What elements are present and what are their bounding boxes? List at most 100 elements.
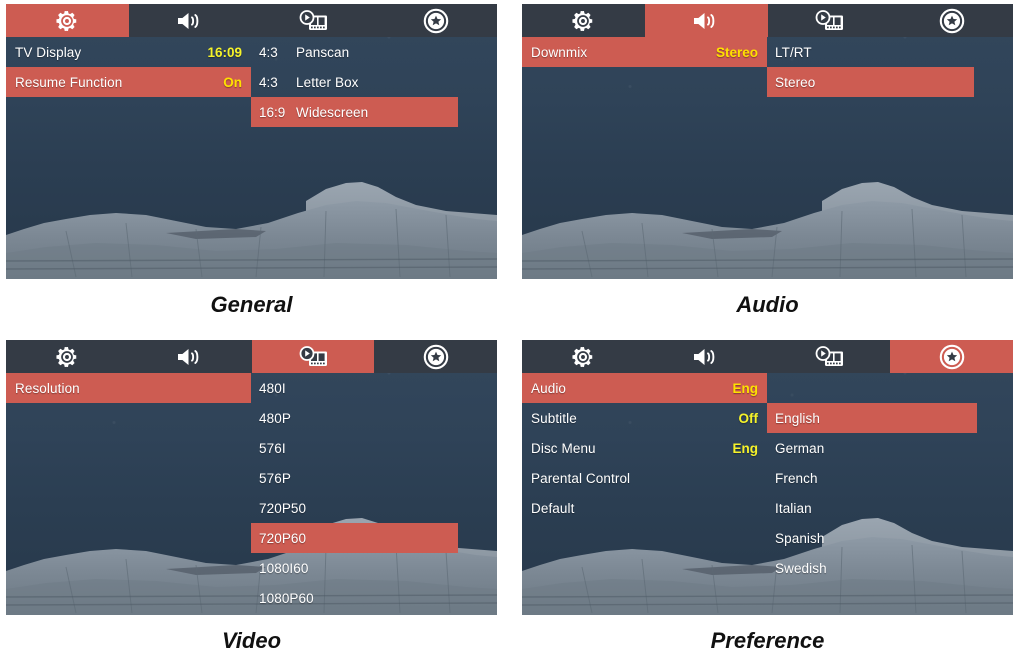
submenu-column: 4:3 Panscan 4:3 Letter Box 16:9 Widescreen xyxy=(251,37,497,127)
panel-caption: Preference xyxy=(710,628,825,653)
submenu-item-label: 1080P60 xyxy=(259,590,314,606)
gear-icon xyxy=(570,344,596,370)
submenu-item[interactable]: LT/RT xyxy=(767,37,1013,67)
tab-preference[interactable] xyxy=(890,340,1013,373)
tab-video[interactable] xyxy=(767,340,891,373)
video-film-icon xyxy=(813,8,845,34)
tab-general[interactable] xyxy=(6,4,129,37)
tab-video[interactable] xyxy=(767,4,891,37)
submenu-item-prefix: 4:3 xyxy=(259,44,278,60)
osd-screen-audio: Downmix Stereo LT/RT Stereo xyxy=(522,4,1013,279)
submenu-item[interactable]: 4:3 Panscan xyxy=(251,37,497,67)
submenu-item[interactable]: 480P xyxy=(251,403,497,433)
osd-screen-preference: Audio Eng Subtitle Off Disc Menu Eng Parental … xyxy=(522,340,1013,615)
menu-item-label: Resolution xyxy=(15,380,80,396)
speaker-icon xyxy=(175,9,205,33)
menu-column: Resolution xyxy=(6,373,251,403)
speaker-icon xyxy=(691,345,721,369)
submenu-item[interactable]: 16:9 Widescreen xyxy=(251,97,458,127)
tab-video[interactable] xyxy=(251,4,375,37)
menu-item[interactable]: Default xyxy=(522,493,767,523)
tab-general[interactable] xyxy=(6,340,129,373)
menu-item[interactable]: Parental Control xyxy=(522,463,767,493)
submenu-item[interactable]: Spanish xyxy=(767,523,1013,553)
submenu-item-prefix: 4:3 xyxy=(259,74,278,90)
menu-item-label: Disc Menu xyxy=(531,440,596,456)
submenu-item[interactable]: Stereo xyxy=(767,67,974,97)
submenu-item[interactable]: 720P60 xyxy=(251,523,458,553)
mountain-ridge-graphic xyxy=(522,149,1013,279)
tab-preference[interactable] xyxy=(374,340,497,373)
tab-general[interactable] xyxy=(522,340,645,373)
submenu-item[interactable]: 1080I60 xyxy=(251,553,497,583)
submenu-item[interactable]: 480I xyxy=(251,373,497,403)
submenu-item-label: Panscan xyxy=(296,44,350,60)
tab-bar xyxy=(522,4,1013,37)
submenu-item-label: French xyxy=(775,470,818,486)
submenu-item[interactable]: 720P50 xyxy=(251,493,497,523)
submenu-item-label: Widescreen xyxy=(296,104,369,120)
submenu-item[interactable]: 576P xyxy=(251,463,497,493)
tab-preference[interactable] xyxy=(374,4,497,37)
menu-item-label: TV Display xyxy=(15,44,82,60)
gear-icon xyxy=(54,344,80,370)
submenu-item-label: Letter Box xyxy=(296,74,359,90)
menu-item[interactable]: Disc Menu Eng xyxy=(522,433,767,463)
submenu-item-label: Swedish xyxy=(775,560,827,576)
submenu-item[interactable]: Swedish xyxy=(767,553,1013,583)
submenu-item[interactable]: Italian xyxy=(767,493,1013,523)
tab-audio[interactable] xyxy=(644,4,768,37)
tab-audio[interactable] xyxy=(128,340,252,373)
tab-video[interactable] xyxy=(251,340,375,373)
menu-item-label: Downmix xyxy=(531,44,588,60)
menu-item-value: On xyxy=(223,74,242,90)
submenu-item[interactable]: 576I xyxy=(251,433,497,463)
submenu-item[interactable]: 1080P60 xyxy=(251,583,497,613)
menu-item-label: Resume Function xyxy=(15,74,123,90)
panel-audio: Downmix Stereo LT/RT Stereo Audio xyxy=(522,4,1013,318)
menu-item[interactable]: Resume Function On xyxy=(6,67,251,97)
menu-item-value: Off xyxy=(738,410,759,426)
submenu-item[interactable]: 4:3 Letter Box xyxy=(251,67,497,97)
tab-audio[interactable] xyxy=(128,4,252,37)
submenu-item-label: English xyxy=(775,410,820,426)
gear-icon xyxy=(570,8,596,34)
menu-column: TV Display 16:09 Resume Function On xyxy=(6,37,251,97)
menu-item-value: Stereo xyxy=(715,44,758,60)
menu-item[interactable]: Resolution xyxy=(6,373,251,403)
star-circle-icon xyxy=(939,8,965,34)
menu-column: Audio Eng Subtitle Off Disc Menu Eng Parental … xyxy=(522,373,767,523)
submenu-item[interactable]: German xyxy=(767,433,1013,463)
submenu-item-label: Spanish xyxy=(775,530,825,546)
submenu-column: LT/RT Stereo xyxy=(767,37,1013,97)
panel-caption: General xyxy=(210,292,293,317)
video-film-icon xyxy=(297,344,329,370)
submenu-column: 480I 480P 576I 576P 720P50 720P60 1080I60 1080P… xyxy=(251,373,497,613)
menu-item[interactable]: Audio Eng xyxy=(522,373,767,403)
tab-bar xyxy=(6,4,497,37)
menu-item[interactable]: Subtitle Off xyxy=(522,403,767,433)
menu-item-label: Subtitle xyxy=(531,410,577,426)
submenu-item-label: 480I xyxy=(259,380,286,396)
submenu-item[interactable]: English xyxy=(767,403,977,433)
menu-item[interactable]: Downmix Stereo xyxy=(522,37,767,67)
tab-general[interactable] xyxy=(522,4,645,37)
submenu-item[interactable]: French xyxy=(767,463,1013,493)
osd-screenshot-grid: TV Display 16:09 Resume Function On 4:3 Pansc… xyxy=(0,0,1024,661)
panel-video: Resolution 480I 480P 576I 576P 720P50 720P60 10… xyxy=(6,340,497,654)
submenu-item-label: 720P60 xyxy=(259,530,307,546)
star-circle-icon xyxy=(423,344,449,370)
menu-item[interactable]: TV Display 16:09 xyxy=(6,37,251,67)
tab-preference[interactable] xyxy=(890,4,1013,37)
submenu-item-label: 480P xyxy=(259,410,291,426)
panel-caption: Audio xyxy=(736,292,799,317)
submenu-item-label: 576P xyxy=(259,470,291,486)
tab-bar xyxy=(522,340,1013,373)
video-film-icon xyxy=(297,8,329,34)
submenu-item-label: LT/RT xyxy=(775,44,812,60)
tab-audio[interactable] xyxy=(644,340,768,373)
submenu-item-prefix: 16:9 xyxy=(259,104,286,120)
star-circle-icon xyxy=(939,344,965,370)
submenu-item-label: Stereo xyxy=(775,74,816,90)
menu-item-label: Default xyxy=(531,500,575,516)
